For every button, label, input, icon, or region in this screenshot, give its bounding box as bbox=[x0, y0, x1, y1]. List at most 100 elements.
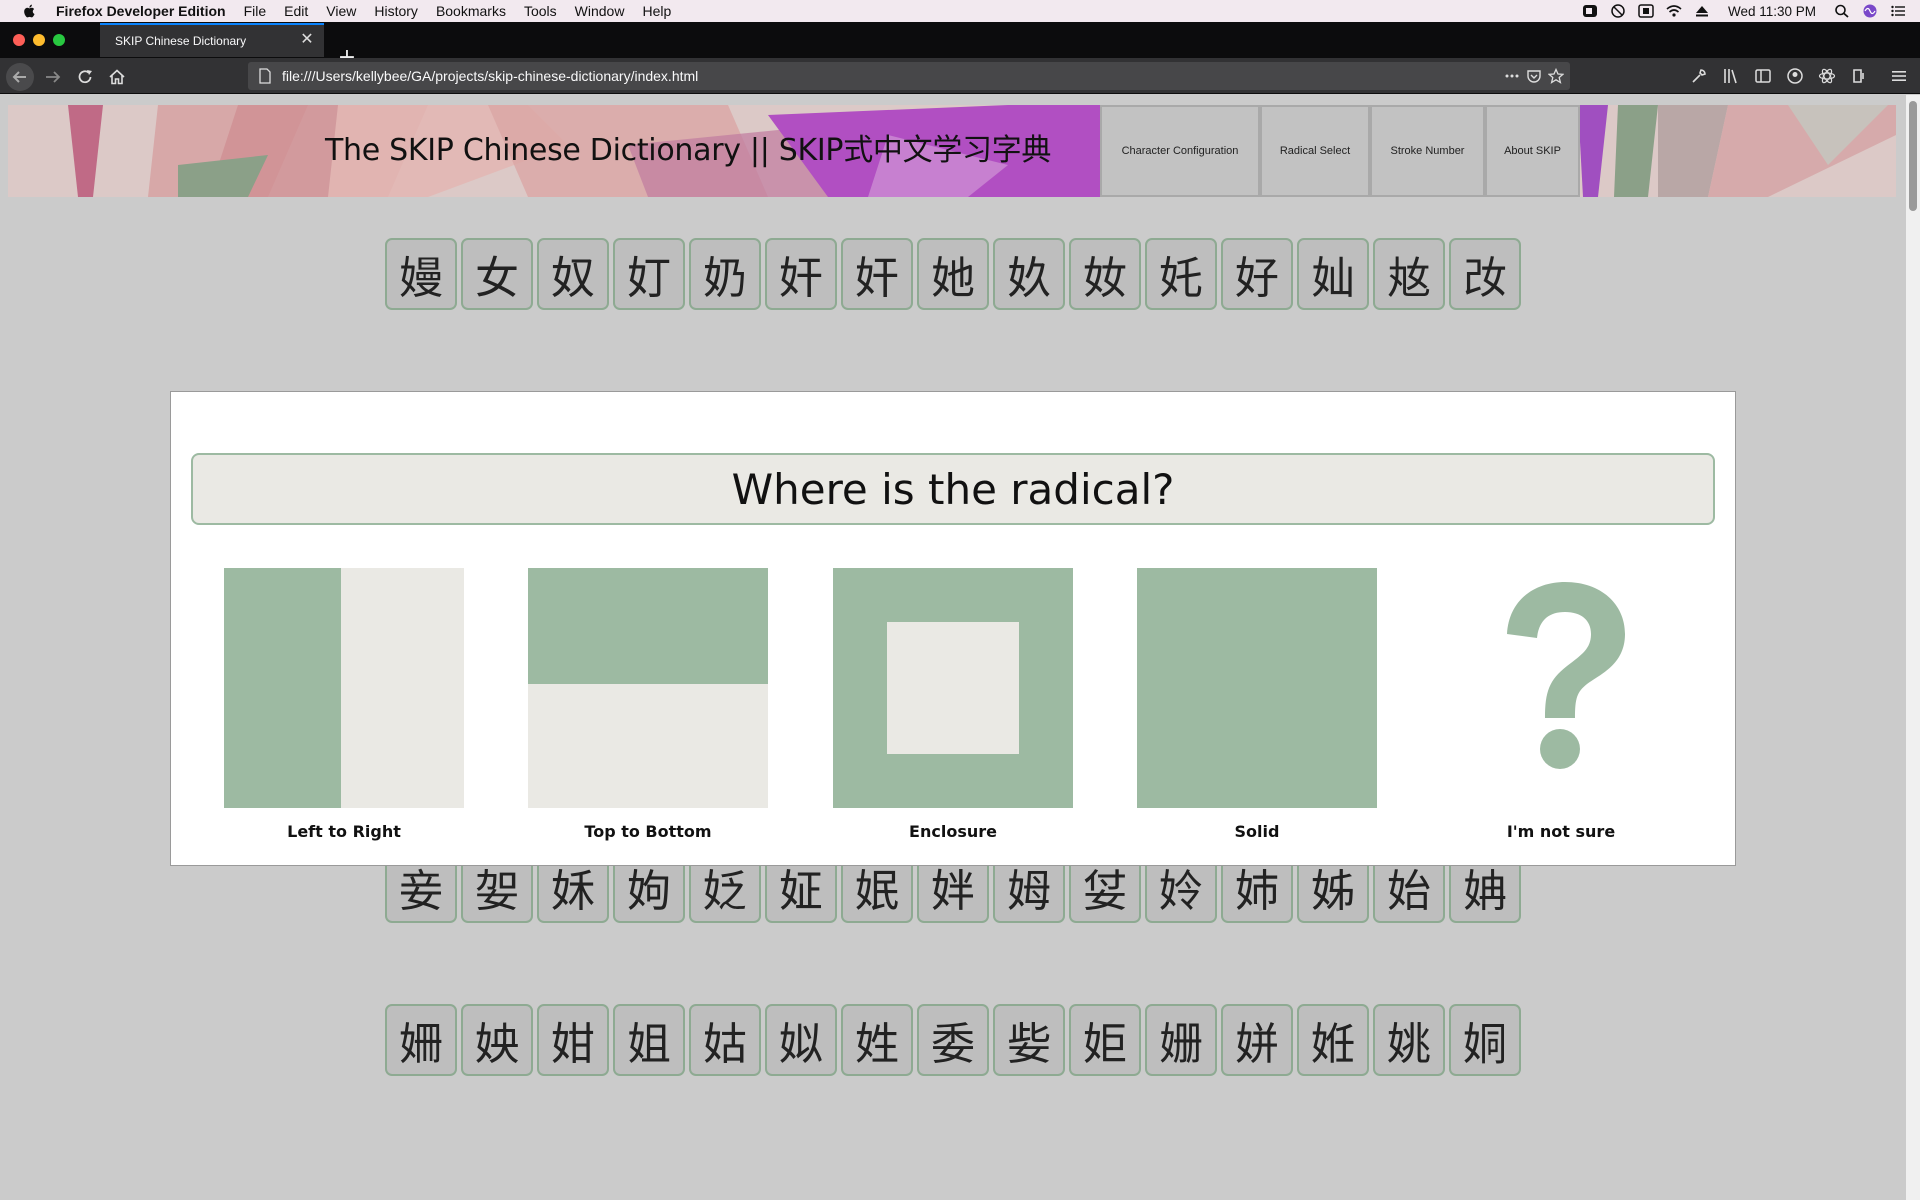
option-left-to-right[interactable]: Left to Right bbox=[224, 568, 464, 841]
character-button[interactable]: 姒 bbox=[765, 1004, 837, 1076]
modal-heading: Where is the radical? bbox=[191, 453, 1715, 525]
eject-icon[interactable] bbox=[1694, 4, 1710, 18]
page-actions-icon[interactable] bbox=[1504, 68, 1520, 84]
macos-menubar: Firefox Developer Edition File Edit View… bbox=[0, 0, 1920, 22]
option-label: Solid bbox=[1234, 822, 1280, 841]
character-button[interactable]: 奻 bbox=[1069, 238, 1141, 310]
bookmark-star-icon[interactable] bbox=[1548, 68, 1564, 84]
reload-icon bbox=[78, 70, 92, 84]
option-not-sure[interactable]: I'm not sure bbox=[1441, 568, 1681, 841]
display-mirror-icon[interactable] bbox=[1638, 4, 1654, 18]
character-button[interactable]: 姖 bbox=[1069, 1004, 1141, 1076]
home-button[interactable] bbox=[102, 62, 132, 92]
character-button[interactable]: 奼 bbox=[1145, 238, 1217, 310]
window-close-button[interactable] bbox=[13, 34, 25, 46]
option-solid[interactable]: Solid bbox=[1137, 568, 1377, 841]
menu-bookmarks[interactable]: Bookmarks bbox=[436, 3, 506, 19]
option-label: Top to Bottom bbox=[584, 822, 712, 841]
library-icon[interactable] bbox=[1722, 67, 1740, 85]
question-mark-icon[interactable] bbox=[1441, 568, 1681, 808]
url-text[interactable]: file:///Users/kellybee/GA/projects/skip-… bbox=[282, 68, 698, 84]
react-devtools-icon[interactable] bbox=[1818, 67, 1836, 85]
do-not-disturb-icon[interactable] bbox=[1610, 4, 1626, 18]
menubar-clock[interactable]: Wed 11:30 PM bbox=[1728, 4, 1816, 19]
url-bar[interactable]: file:///Users/kellybee/GA/projects/skip-… bbox=[248, 62, 1570, 90]
left-right-layout-icon[interactable] bbox=[224, 568, 464, 808]
pocket-icon[interactable] bbox=[1526, 68, 1542, 84]
zoom-status-icon[interactable] bbox=[1582, 4, 1598, 18]
apple-menu-icon[interactable] bbox=[20, 3, 40, 19]
developer-tools-icon[interactable] bbox=[1690, 67, 1708, 85]
character-button[interactable]: 姘 bbox=[1221, 1004, 1293, 1076]
site-header: The SKIP Chinese Dictionary || SKIP式中文学习… bbox=[8, 105, 1896, 197]
nav-about-skip[interactable]: About SKIP bbox=[1485, 105, 1580, 197]
character-button[interactable]: 姙 bbox=[1297, 1004, 1369, 1076]
character-button[interactable]: 姚 bbox=[1373, 1004, 1445, 1076]
menu-file[interactable]: File bbox=[244, 3, 267, 19]
enclosure-layout-icon[interactable] bbox=[833, 568, 1073, 808]
character-button[interactable]: 奺 bbox=[993, 238, 1065, 310]
page-scrollbar[interactable] bbox=[1906, 95, 1920, 1200]
back-button[interactable] bbox=[5, 62, 35, 92]
character-button[interactable]: 奶 bbox=[689, 238, 761, 310]
menu-help[interactable]: Help bbox=[642, 3, 671, 19]
account-icon[interactable] bbox=[1786, 67, 1804, 85]
character-row: 嫚女奴奵奶奸奸她奺奻奼好奾奿妀 bbox=[385, 238, 1521, 310]
character-button[interactable]: 好 bbox=[1221, 238, 1293, 310]
reload-button[interactable] bbox=[70, 62, 100, 92]
menu-view[interactable]: View bbox=[326, 3, 356, 19]
nav-radical-select[interactable]: Radical Select bbox=[1260, 105, 1370, 197]
character-button[interactable]: 姏 bbox=[537, 1004, 609, 1076]
browser-nav-toolbar: file:///Users/kellybee/GA/projects/skip-… bbox=[0, 58, 1920, 94]
menu-window[interactable]: Window bbox=[575, 3, 625, 19]
character-button[interactable]: 委 bbox=[917, 1004, 989, 1076]
hamburger-menu-icon[interactable] bbox=[1890, 67, 1908, 85]
option-enclosure[interactable]: Enclosure bbox=[833, 568, 1073, 841]
spotlight-search-icon[interactable] bbox=[1834, 4, 1850, 18]
character-button[interactable]: 奸 bbox=[841, 238, 913, 310]
wifi-icon[interactable] bbox=[1666, 4, 1682, 18]
character-button[interactable]: 姍 bbox=[385, 1004, 457, 1076]
character-button[interactable]: 奿 bbox=[1373, 238, 1445, 310]
page-icon bbox=[259, 68, 271, 84]
character-button[interactable]: 姐 bbox=[613, 1004, 685, 1076]
siri-icon[interactable] bbox=[1862, 4, 1878, 18]
option-top-to-bottom[interactable]: Top to Bottom bbox=[528, 568, 768, 841]
character-button[interactable]: 妀 bbox=[1449, 238, 1521, 310]
window-zoom-button[interactable] bbox=[53, 34, 65, 46]
menu-history[interactable]: History bbox=[374, 3, 418, 19]
character-button[interactable]: 姓 bbox=[841, 1004, 913, 1076]
character-button[interactable]: 奵 bbox=[613, 238, 685, 310]
site-title: The SKIP Chinese Dictionary || SKIP式中文学习… bbox=[325, 133, 1052, 168]
extension-icon[interactable] bbox=[1850, 67, 1868, 85]
character-button[interactable]: 女 bbox=[461, 238, 533, 310]
menu-tools[interactable]: Tools bbox=[524, 3, 557, 19]
back-arrow-icon bbox=[6, 63, 34, 91]
menu-edit[interactable]: Edit bbox=[284, 3, 308, 19]
tab-close-icon[interactable]: ✕ bbox=[298, 31, 316, 49]
character-button[interactable]: 姗 bbox=[1145, 1004, 1217, 1076]
nav-stroke-number[interactable]: Stroke Number bbox=[1370, 105, 1485, 197]
home-icon bbox=[109, 69, 125, 85]
character-button[interactable]: 她 bbox=[917, 238, 989, 310]
character-button[interactable]: 姕 bbox=[993, 1004, 1065, 1076]
character-button[interactable]: 奸 bbox=[765, 238, 837, 310]
nav-character-configuration[interactable]: Character Configuration bbox=[1100, 105, 1260, 197]
character-button[interactable]: 姎 bbox=[461, 1004, 533, 1076]
character-button[interactable]: 嫚 bbox=[385, 238, 457, 310]
sidebar-toggle-icon[interactable] bbox=[1754, 67, 1772, 85]
option-label: Enclosure bbox=[909, 822, 997, 841]
character-button[interactable]: 奾 bbox=[1297, 238, 1369, 310]
forward-button[interactable] bbox=[38, 62, 68, 92]
solid-layout-icon[interactable] bbox=[1137, 568, 1377, 808]
tab-title: SKIP Chinese Dictionary bbox=[115, 34, 247, 48]
character-button[interactable]: 姑 bbox=[689, 1004, 761, 1076]
character-button[interactable]: 奴 bbox=[537, 238, 609, 310]
window-minimize-button[interactable] bbox=[33, 34, 45, 46]
character-button[interactable]: 姛 bbox=[1449, 1004, 1521, 1076]
notification-center-icon[interactable] bbox=[1890, 4, 1906, 18]
scrollbar-thumb[interactable] bbox=[1909, 101, 1917, 211]
browser-tab-active[interactable]: SKIP Chinese Dictionary ✕ bbox=[100, 23, 324, 57]
menu-app-name[interactable]: Firefox Developer Edition bbox=[56, 3, 226, 19]
top-bottom-layout-icon[interactable] bbox=[528, 568, 768, 808]
